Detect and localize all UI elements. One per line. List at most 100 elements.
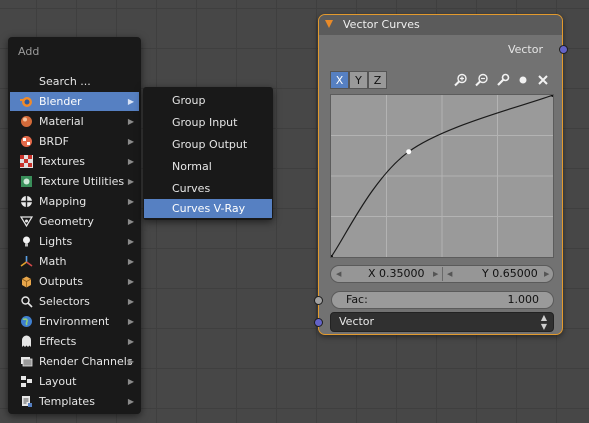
globe-icon [20,315,33,328]
curve-point[interactable] [551,95,553,97]
submenu-item-normal[interactable]: Normal [144,157,272,176]
material-sphere-icon [20,115,33,128]
blender-icon [20,95,33,108]
curve-svg[interactable] [331,95,553,257]
submenu-item-group-input[interactable]: Group Input [144,113,272,132]
menu-item-geometry[interactable]: Geometry ▶ [10,212,139,231]
submenu-item-label: Normal [172,160,212,173]
increment-arrow-icon[interactable]: ▶ [544,266,549,282]
menu-item-layout[interactable]: Layout ▶ [10,372,139,391]
menu-item-label: Material [39,115,84,128]
submenu-item-label: Curves V-Ray [172,202,246,215]
submenu-arrow-icon: ▶ [127,197,134,206]
menu-item-label: Environment [39,315,110,328]
close-icon[interactable] [535,73,551,87]
menu-item-label: Textures [39,155,85,168]
menu-item-label: Effects [39,335,77,348]
submenu-item-group[interactable]: Group [144,91,272,110]
x-coordinate-field[interactable]: X 0.35000 [368,266,425,282]
render-channels-icon [20,355,33,368]
updown-arrow-icon: ▲ ▼ [540,313,547,331]
menu-item-label: Templates [39,395,95,408]
blender-submenu: Group Group Input Group Output Normal Cu… [143,87,273,220]
submenu-item-group-output[interactable]: Group Output [144,135,272,154]
menu-item-textures[interactable]: Textures ▶ [10,152,139,171]
submenu-item-curves[interactable]: Curves [144,179,272,198]
brdf-icon [20,135,33,148]
vector-input-socket[interactable] [314,318,323,327]
curve-editor[interactable] [330,94,554,258]
vector-select-value: Vector [339,315,375,328]
menu-item-lights[interactable]: Lights ▶ [10,232,139,251]
submenu-arrow-icon: ▶ [127,217,134,226]
checker-texture-icon [20,155,33,168]
menu-item-render-channels[interactable]: Render Channels ▶ [10,352,139,371]
submenu-arrow-icon: ▶ [127,357,134,366]
mapping-icon [20,195,33,208]
effects-ghost-icon [20,335,33,348]
vector-output-socket[interactable] [559,45,568,54]
axis-z-button[interactable]: Z [368,71,387,89]
vector-curves-node[interactable]: Vector Curves Vector X Y Z ◀ X 0.35000 ▶… [314,14,568,335]
selected-curve-point[interactable] [406,149,412,155]
menu-item-blender[interactable]: Blender ▶ [10,92,139,111]
layout-icon [20,375,33,388]
menu-item-label: Outputs [39,275,83,288]
menu-item-math[interactable]: Math ▶ [10,252,139,271]
output-socket-label: Vector [507,43,543,56]
geometry-icon [19,215,34,228]
zoom-in-icon[interactable] [453,73,469,87]
collapse-triangle-icon[interactable] [325,20,333,28]
menu-item-label: Mapping [39,195,87,208]
math-axes-icon [20,255,33,268]
submenu-arrow-icon: ▶ [127,397,134,406]
coord-divider [442,267,443,281]
submenu-arrow-icon: ▶ [127,297,134,306]
texture-utility-icon [20,175,33,188]
submenu-arrow-icon: ▶ [127,277,134,286]
submenu-item-label: Group Input [172,116,238,129]
menu-item-effects[interactable]: Effects ▶ [10,332,139,351]
increment-arrow-icon[interactable]: ▶ [433,266,438,282]
menu-item-mapping[interactable]: Mapping ▶ [10,192,139,211]
fac-input-socket[interactable] [314,296,323,305]
dot-icon[interactable] [515,73,531,87]
light-bulb-icon [20,235,33,248]
menu-item-material[interactable]: Material ▶ [10,112,139,131]
submenu-item-curves-vray[interactable]: Curves V-Ray [144,199,272,218]
axis-x-button[interactable]: X [330,71,349,89]
menu-item-templates[interactable]: Templates ▶ [10,392,139,411]
point-coordinates-bar: ◀ X 0.35000 ▶ ◀ Y 0.65000 ▶ [330,265,554,283]
menu-item-selectors[interactable]: Selectors ▶ [10,292,139,311]
add-menu-title: Add [18,45,40,58]
fac-slider[interactable]: Fac: 1.000 [331,291,554,309]
menu-item-outputs[interactable]: Outputs ▶ [10,272,139,291]
menu-item-texture-utilities[interactable]: Texture Utilities ▶ [10,172,139,191]
decrement-arrow-icon[interactable]: ◀ [447,266,452,282]
menu-item-environment[interactable]: Environment ▶ [10,312,139,331]
menu-item-label: Selectors [39,295,90,308]
submenu-arrow-icon: ▶ [127,257,134,266]
menu-item-label: Math [39,255,67,268]
decrement-arrow-icon[interactable]: ◀ [336,266,341,282]
submenu-arrow-icon: ▶ [127,177,134,186]
menu-item-search[interactable]: Search ... [10,72,139,91]
zoom-out-icon[interactable] [474,73,490,87]
wrench-icon[interactable] [495,73,511,87]
output-box-icon [20,275,33,288]
menu-item-label: Render Channels [39,355,133,368]
submenu-item-label: Group Output [172,138,248,151]
submenu-arrow-icon: ▶ [127,137,134,146]
node-title: Vector Curves [343,18,420,31]
node-header[interactable]: Vector Curves [319,15,562,35]
submenu-arrow-icon: ▶ [127,117,134,126]
submenu-arrow-icon: ▶ [127,337,134,346]
y-coordinate-field[interactable]: Y 0.65000 [482,266,538,282]
menu-item-brdf[interactable]: BRDF ▶ [10,132,139,151]
menu-item-label: Blender [39,95,82,108]
menu-item-label: Layout [39,375,77,388]
fac-label: Fac: [346,293,368,306]
axis-y-button[interactable]: Y [349,71,368,89]
vector-type-select[interactable]: Vector ▲ ▼ [330,312,554,332]
submenu-arrow-icon: ▶ [127,377,134,386]
